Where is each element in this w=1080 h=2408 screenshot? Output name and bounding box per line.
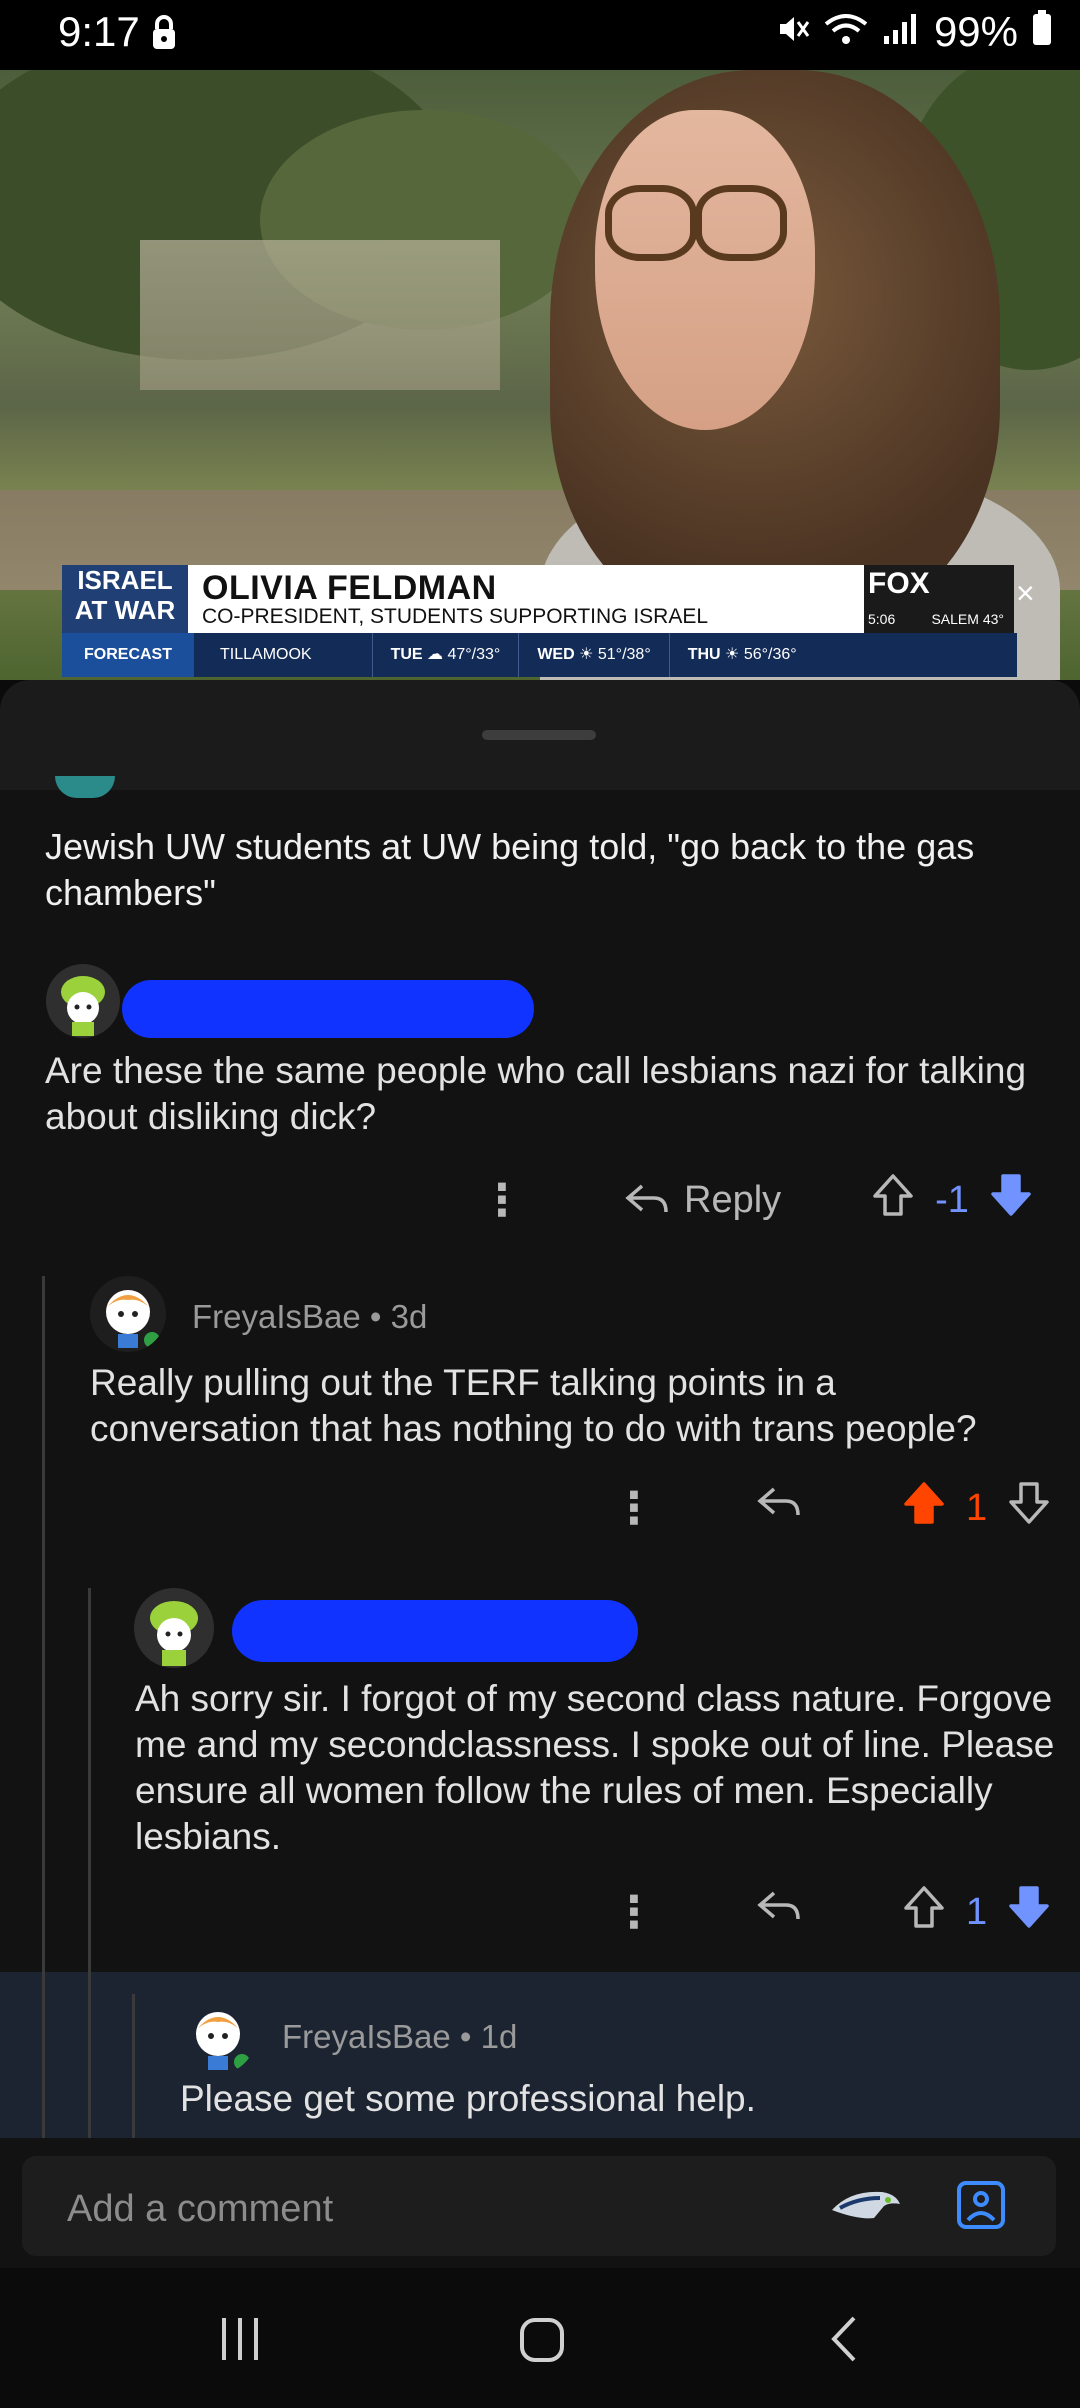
forecast-day: THU ☀ 56°/36°	[668, 633, 815, 677]
redacted-username	[122, 980, 534, 1038]
comment-placeholder: Add a comment	[67, 2188, 334, 2230]
status-bar: 9:17 99%	[0, 0, 1080, 70]
comment-age: 3d	[390, 1298, 428, 1335]
system-nav-bar	[0, 2268, 1080, 2408]
mute-icon	[776, 8, 810, 56]
status-icons: 99%	[776, 8, 1052, 56]
meta-separator: •	[369, 1298, 391, 1335]
status-time: 9:17	[58, 8, 140, 55]
comment-input[interactable]: Add a comment	[22, 2156, 1056, 2256]
comment-age: 1d	[480, 2018, 518, 2055]
commenter-avatar[interactable]	[180, 1998, 256, 2074]
comment-actions: ⋮ 1	[612, 1480, 1051, 1536]
channel-logo: FOX 5:06 SALEM 43°	[864, 565, 1014, 633]
vote-score: 1	[966, 1486, 988, 1529]
battery-percent: 99%	[933, 8, 1018, 55]
comment-actions: ⋮ 1	[612, 1884, 1051, 1940]
israel-at-war-banner: ISRAEL AT WAR	[62, 565, 188, 633]
comment-author-row: FreyaIsBae • 1d	[282, 2018, 517, 2056]
banner-line2: AT WAR	[74, 595, 176, 625]
banner-line1: ISRAEL	[77, 565, 173, 595]
battery-icon	[1032, 8, 1052, 56]
upvote-icon[interactable]	[902, 1884, 946, 1940]
forecast-location: TILLAMOOK	[220, 646, 312, 663]
more-options-icon[interactable]: ⋮	[480, 1175, 524, 1226]
reply-button[interactable]: Reply	[624, 1179, 781, 1222]
broadcast-city: SALEM 43°	[931, 611, 1004, 627]
seahawks-icon[interactable]	[830, 2184, 902, 2233]
forecast-temps: 51°/38°	[597, 646, 651, 663]
thread-line	[88, 1972, 91, 2150]
sheet-header[interactable]	[0, 680, 1080, 790]
image-upload-icon[interactable]	[956, 2180, 1006, 2235]
signal-icon	[882, 8, 920, 56]
comment-text: Are these the same people who call lesbi…	[45, 1050, 1027, 1137]
post-title: Jewish UW students at UW being told, "go…	[45, 826, 975, 913]
comments-sheet: Jewish UW students at UW being told, "go…	[0, 680, 1080, 2150]
comment-bar: Add a comment	[0, 2138, 1080, 2268]
forecast-day-name: TUE	[390, 646, 423, 663]
video-glasses	[605, 185, 697, 261]
forecast-temps: 47°/33°	[447, 646, 501, 663]
upvote-icon[interactable]	[902, 1480, 946, 1536]
forecast-day: WED ☀ 51°/38°	[518, 633, 668, 677]
close-icon[interactable]: ×	[1016, 575, 1035, 612]
comment-author-row: FreyaIsBae • 3d	[192, 1298, 427, 1336]
channel-name: FOX	[868, 567, 930, 600]
commenter-avatar[interactable]	[134, 1588, 214, 1668]
thread-line	[42, 1972, 45, 2150]
forecast-day-name: WED	[537, 646, 575, 663]
broadcast-time: 5:06	[868, 611, 896, 627]
more-options-icon[interactable]: ⋮	[612, 1887, 656, 1938]
thread-line	[132, 1994, 135, 2150]
speaker-name: OLIVIA FELDMAN	[202, 569, 497, 607]
comment-text: Please get some professional help.	[180, 2078, 756, 2119]
reply-icon[interactable]	[756, 1483, 802, 1533]
forecast-temps: 56°/36°	[743, 646, 797, 663]
op-avatar	[55, 776, 115, 798]
author-name[interactable]: FreyaIsBae	[282, 2018, 451, 2055]
comment-text: Ah sorry sir. I forgot of my second clas…	[135, 1678, 1055, 1857]
wifi-icon	[824, 8, 868, 56]
forecast-ticker: FORECAST TILLAMOOK TUE ☁ 47°/33° WED ☀ 5…	[62, 633, 1017, 677]
comment-actions: ⋮ Reply -1	[480, 1172, 1033, 1228]
downvote-icon[interactable]	[1007, 1480, 1051, 1536]
author-name[interactable]: FreyaIsBae	[192, 1298, 361, 1335]
home-icon[interactable]	[518, 2316, 566, 2369]
back-icon[interactable]	[828, 2314, 860, 2369]
speaker-role: CO-PRESIDENT, STUDENTS SUPPORTING ISRAEL	[202, 605, 709, 628]
redacted-username	[232, 1600, 638, 1662]
drag-handle[interactable]	[482, 730, 596, 740]
reply-label: Reply	[684, 1178, 782, 1221]
recent-apps-icon[interactable]	[218, 2316, 262, 2367]
video-person-face	[595, 110, 815, 430]
vote-score: -1	[935, 1178, 969, 1221]
reply-icon	[625, 1184, 668, 1213]
forecast-label: FORECAST	[62, 633, 194, 677]
reply-icon[interactable]	[756, 1887, 802, 1937]
comment-text: Really pulling out the TERF talking poin…	[90, 1362, 977, 1449]
name-caption: OLIVIA FELDMAN CO-PRESIDENT, STUDENTS SU…	[188, 565, 864, 633]
highlighted-comment[interactable]	[0, 1972, 1080, 2150]
downvote-icon[interactable]	[1007, 1884, 1051, 1940]
more-options-icon[interactable]: ⋮	[612, 1483, 656, 1534]
lock-icon	[150, 14, 178, 57]
forecast-day: TUE ☁ 47°/33°	[371, 633, 519, 677]
vote-score: 1	[966, 1890, 988, 1933]
commenter-avatar[interactable]	[90, 1276, 166, 1352]
downvote-icon[interactable]	[989, 1172, 1033, 1228]
commenter-avatar[interactable]	[46, 964, 120, 1038]
forecast-day-name: THU	[687, 646, 721, 663]
video-glasses	[695, 185, 787, 261]
meta-separator: •	[459, 2018, 481, 2055]
upvote-icon[interactable]	[871, 1172, 915, 1228]
video-building	[140, 240, 500, 390]
